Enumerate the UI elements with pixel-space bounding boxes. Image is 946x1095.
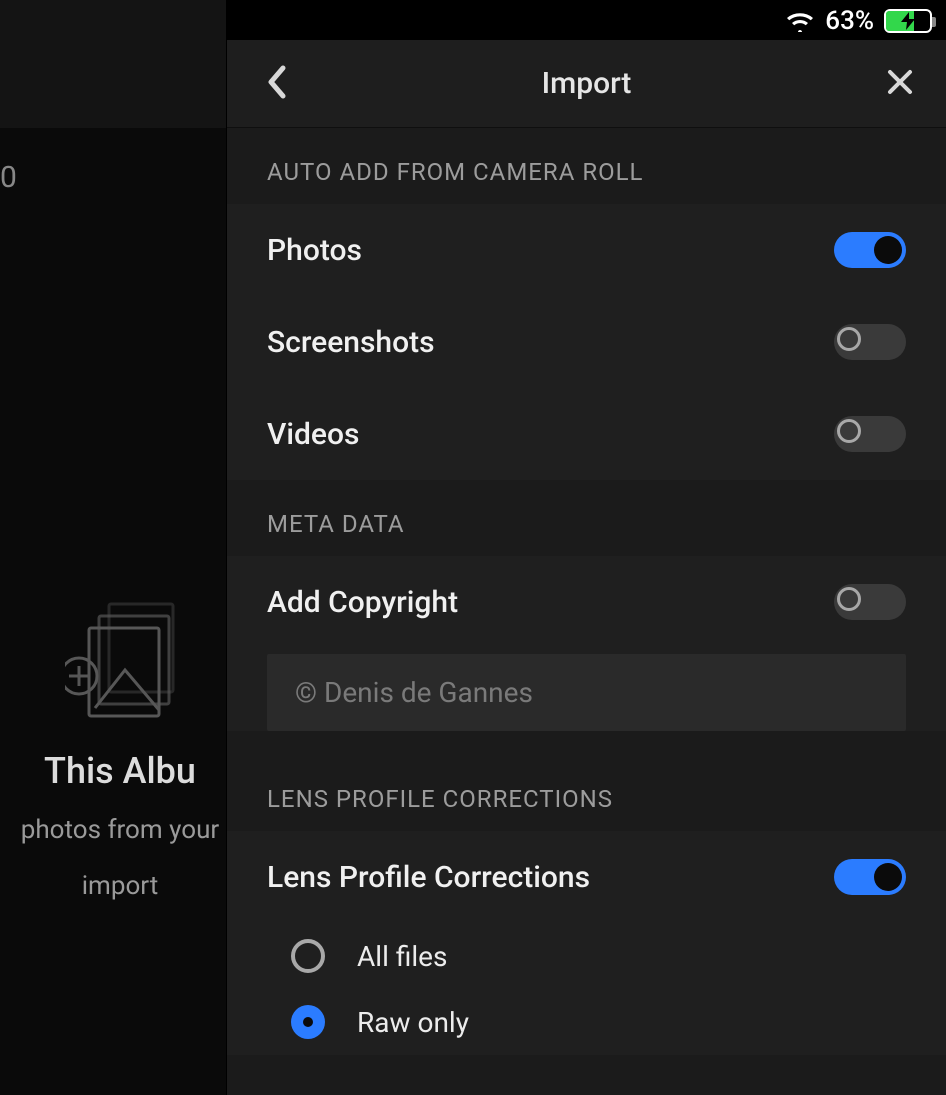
chevron-left-icon: [266, 65, 288, 103]
toggle-photos[interactable]: [834, 232, 906, 268]
radio-row-raw-only[interactable]: Raw only: [227, 989, 946, 1055]
row-videos: Videos: [227, 388, 946, 480]
battery-cap: [932, 17, 936, 27]
add-photos-icon: [65, 600, 175, 720]
album-empty-sub-2: import: [20, 868, 220, 904]
background-topstrip: [0, 0, 226, 128]
section-body-metadata: Add Copyright © Denis de Gannes: [227, 556, 946, 731]
album-empty-placeholder: This Albu photos from your import: [20, 600, 220, 905]
import-panel: Import AUTO ADD FROM CAMERA ROLL Photos …: [226, 40, 946, 1095]
section-header-auto-add: AUTO ADD FROM CAMERA ROLL: [227, 128, 946, 204]
label-videos: Videos: [267, 417, 359, 452]
toggle-screenshots[interactable]: [834, 324, 906, 360]
battery-percentage: 63%: [825, 6, 874, 36]
close-button[interactable]: [870, 40, 930, 127]
radio-all-files[interactable]: [291, 939, 325, 973]
radio-row-all-files[interactable]: All files: [227, 923, 946, 989]
row-screenshots: Screenshots: [227, 296, 946, 388]
panel-header: Import: [227, 40, 946, 128]
label-add-copyright: Add Copyright: [267, 585, 458, 620]
label-photos: Photos: [267, 233, 362, 268]
radio-raw-only[interactable]: [291, 1005, 325, 1039]
radio-label-raw-only: Raw only: [357, 1006, 469, 1039]
close-icon: [886, 68, 914, 100]
album-empty-title: This Albu: [20, 750, 220, 792]
radio-label-all-files: All files: [357, 940, 447, 973]
toggle-videos[interactable]: [834, 416, 906, 452]
row-add-copyright: Add Copyright: [227, 556, 946, 648]
label-lens-toggle: Lens Profile Corrections: [267, 860, 590, 895]
section-body-auto-add: Photos Screenshots Videos: [227, 204, 946, 480]
toggle-lens-corrections[interactable]: [834, 859, 906, 895]
battery-icon: [884, 9, 932, 33]
album-empty-sub-1: photos from your: [20, 812, 220, 848]
background-underlay: 0 This Albu photos from your import: [0, 0, 226, 1095]
status-bar: 63%: [785, 0, 946, 38]
copyright-input[interactable]: © Denis de Gannes: [267, 654, 906, 731]
section-header-lens: LENS PROFILE CORRECTIONS: [227, 755, 946, 831]
section-header-metadata: META DATA: [227, 480, 946, 556]
label-screenshots: Screenshots: [267, 325, 435, 360]
back-button[interactable]: [247, 40, 307, 127]
background-trailing-number: 0: [0, 160, 17, 195]
toggle-add-copyright[interactable]: [834, 584, 906, 620]
charging-bolt-icon: [886, 11, 930, 31]
row-lens-toggle: Lens Profile Corrections: [227, 831, 946, 923]
panel-title: Import: [542, 66, 632, 101]
section-body-lens: Lens Profile Corrections All files Raw o…: [227, 831, 946, 1055]
wifi-icon: [785, 10, 815, 32]
row-photos: Photos: [227, 204, 946, 296]
